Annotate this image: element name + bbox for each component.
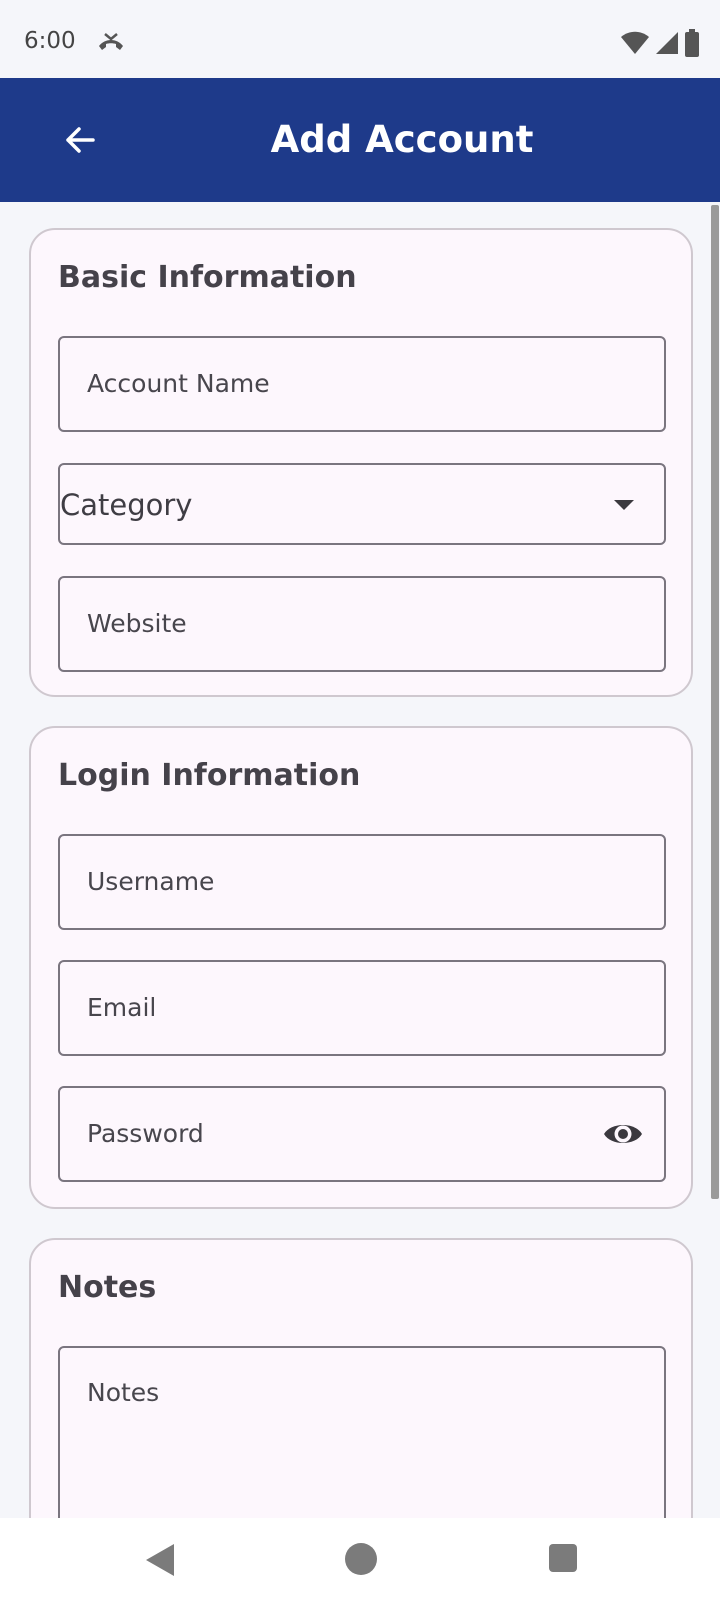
nav-back-icon[interactable]	[146, 1544, 174, 1576]
notes-title: Notes	[58, 1270, 157, 1305]
scrollbar[interactable]	[711, 205, 719, 1199]
page-title: Add Account	[270, 118, 534, 161]
status-time: 6:00	[24, 28, 76, 54]
username-field[interactable]: Username	[58, 834, 666, 930]
account-name-input[interactable]	[60, 338, 664, 430]
website-input[interactable]	[60, 578, 664, 670]
screen: 6:00 Add Account Basic Information Accou…	[0, 0, 720, 1600]
nav-recents-icon[interactable]	[549, 1544, 577, 1572]
basic-information-title: Basic Information	[58, 260, 357, 295]
nav-home-icon[interactable]	[345, 1543, 377, 1575]
basic-information-card: Basic Information Account Name Category …	[29, 228, 693, 697]
login-information-title: Login Information	[58, 758, 361, 793]
username-input[interactable]	[60, 836, 664, 928]
password-input[interactable]	[60, 1088, 664, 1180]
dropdown-arrow-icon	[614, 500, 634, 510]
email-input[interactable]	[60, 962, 664, 1054]
missed-call-icon	[99, 33, 123, 50]
category-label: Category	[60, 488, 193, 522]
notes-input[interactable]	[60, 1348, 664, 1544]
login-information-card: Login Information Username Email Passwor…	[29, 726, 693, 1209]
status-icons	[620, 28, 700, 58]
website-field[interactable]: Website	[58, 576, 666, 672]
notes-field[interactable]: Notes	[58, 1346, 666, 1546]
status-bar: 6:00	[0, 0, 720, 78]
system-nav-bar	[0, 1518, 720, 1600]
account-name-field[interactable]: Account Name	[58, 336, 666, 432]
app-bar: Add Account	[0, 78, 720, 202]
visibility-icon[interactable]	[602, 1113, 644, 1155]
wifi-icon	[621, 31, 649, 54]
password-field[interactable]: Password	[58, 1086, 666, 1182]
category-dropdown[interactable]: Category	[58, 463, 666, 545]
email-field[interactable]: Email	[58, 960, 666, 1056]
cellular-signal-icon	[656, 32, 678, 54]
battery-icon	[685, 29, 699, 57]
